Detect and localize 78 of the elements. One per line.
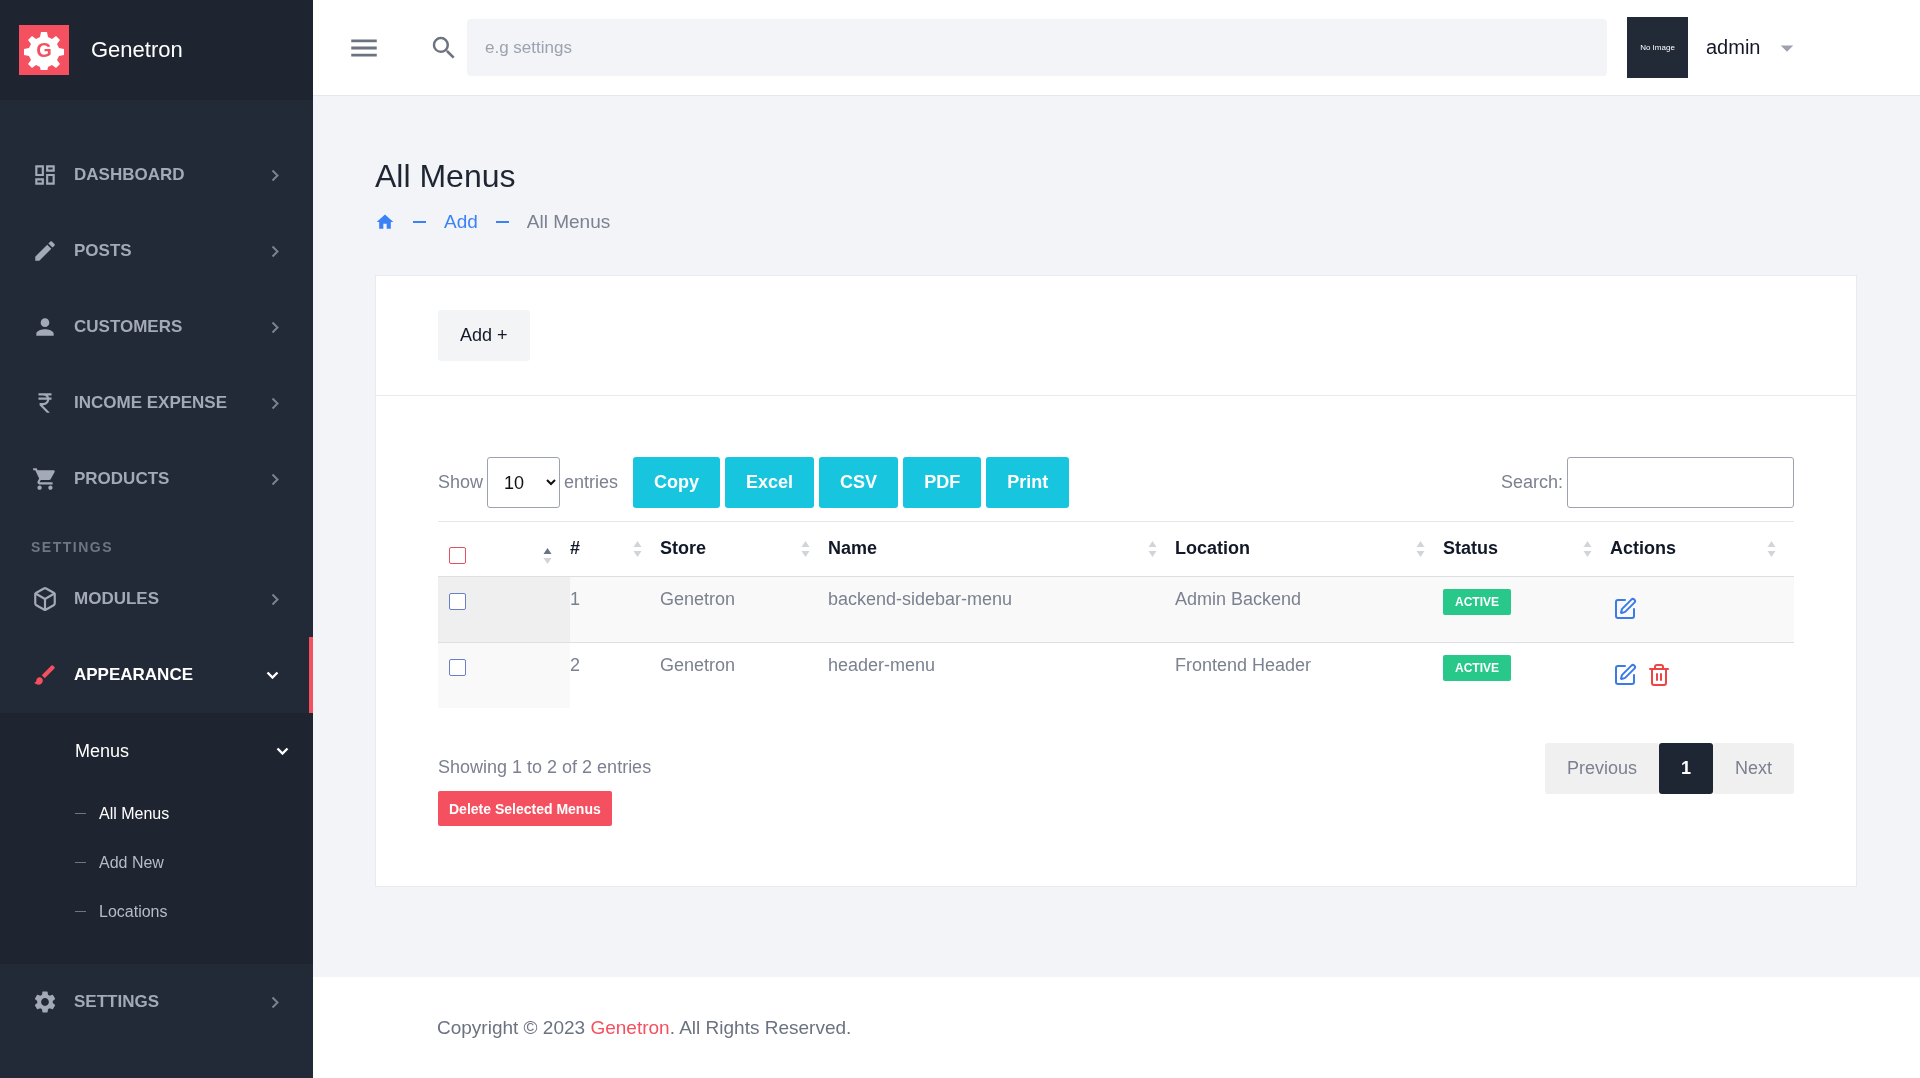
- chevron-right-icon: [271, 472, 279, 486]
- sort-icon: [633, 539, 642, 558]
- search-label: Search:: [1500, 472, 1563, 493]
- status-badge: ACTIVE: [1443, 588, 1511, 615]
- sort-icon: [1583, 539, 1592, 558]
- sort-icon: [1767, 539, 1776, 558]
- dashboard-icon: [32, 162, 58, 188]
- previous-button[interactable]: Previous: [1544, 743, 1659, 794]
- select-all-checkbox[interactable]: [449, 547, 466, 565]
- home-icon[interactable]: [375, 212, 395, 232]
- cart-icon: [32, 466, 58, 492]
- chevron-down-icon: [276, 747, 289, 755]
- page-title: All Menus: [375, 158, 517, 195]
- table-search-field[interactable]: [1567, 457, 1794, 508]
- row-checkbox[interactable]: [449, 592, 466, 610]
- sidebar-item[interactable]: MODULES: [0, 561, 313, 637]
- row-checkbox[interactable]: [449, 658, 466, 676]
- chevron-right-icon: [271, 320, 279, 334]
- sidebar-item[interactable]: POSTS: [0, 213, 313, 289]
- edit-icon[interactable]: [1613, 662, 1637, 687]
- table-cell: backend-sidebar-menu: [828, 588, 1013, 609]
- current-page-label: All Menus: [526, 211, 611, 233]
- sort-icon: [1148, 539, 1157, 558]
- submenu-link[interactable]: All Menus: [0, 789, 313, 838]
- chevron-right-icon: [271, 995, 279, 1009]
- page-button[interactable]: 1: [1658, 743, 1713, 794]
- sort-icon: [801, 539, 810, 558]
- column-header[interactable]: #: [570, 538, 580, 560]
- chevron-down-icon: [266, 671, 279, 679]
- column-header[interactable]: Name: [828, 538, 878, 560]
- table-cell: 2: [570, 654, 580, 675]
- search-field[interactable]: e.g settings: [467, 19, 1607, 76]
- submenu-item[interactable]: Menus: [0, 713, 313, 789]
- table-cell: 1: [570, 588, 580, 609]
- logo-icon: G: [19, 25, 69, 75]
- next-button[interactable]: Next: [1713, 743, 1794, 794]
- user-name[interactable]: admin: [1706, 36, 1761, 59]
- table-cell: Genetron: [660, 654, 736, 675]
- chevron-right-icon: [271, 244, 279, 258]
- submenu-link[interactable]: Add New: [0, 838, 313, 887]
- column-header[interactable]: Actions: [1610, 538, 1676, 560]
- column-header[interactable]: Status: [1443, 538, 1498, 560]
- section-label: SETTINGS: [30, 538, 114, 557]
- delete-selected-button[interactable]: Delete Selected Menus: [438, 791, 612, 826]
- entries-select[interactable]: 10: [487, 457, 561, 508]
- show-label: Show: [438, 472, 484, 493]
- pencil-icon: [32, 238, 58, 264]
- sidebar-item[interactable]: CUSTOMERS: [0, 289, 313, 365]
- chevron-right-icon: [271, 168, 279, 182]
- gear-icon: [32, 989, 58, 1015]
- table-cell: header-menu: [828, 654, 936, 675]
- box-icon: [32, 586, 58, 612]
- edit-icon[interactable]: [1613, 596, 1637, 621]
- entries-info: Showing 1 to 2 of 2 entries: [438, 757, 652, 778]
- sidebar-item[interactable]: PRODUCTS: [0, 441, 313, 517]
- sidebar-item[interactable]: SETTINGS: [0, 964, 313, 1040]
- sidebar-item[interactable]: DASHBOARD: [0, 137, 313, 213]
- brush-icon: [32, 662, 58, 688]
- sort-icon: [1416, 539, 1425, 558]
- brand-link[interactable]: Genetron: [590, 1016, 670, 1038]
- column-header[interactable]: Store: [660, 538, 706, 560]
- brand-name: Genetron: [91, 37, 183, 63]
- column-header[interactable]: Location: [1175, 538, 1250, 560]
- sort-icon: [543, 546, 552, 565]
- submenu-link[interactable]: Locations: [0, 887, 313, 936]
- trash-icon[interactable]: [1647, 662, 1671, 687]
- entries-label: entries: [564, 472, 619, 493]
- copyright-text: Copyright © 2023 Genetron. All Rights Reserved.: [437, 1016, 852, 1039]
- table-cell: Admin Backend: [1175, 588, 1302, 609]
- chevron-right-icon: [271, 592, 279, 606]
- add-button[interactable]: Add +: [438, 310, 530, 361]
- sidebar-item[interactable]: INCOME EXPENSE: [0, 365, 313, 441]
- breadcrumb-link[interactable]: Add: [444, 211, 478, 233]
- table-cell: Frontend Header: [1175, 654, 1312, 675]
- status-badge: ACTIVE: [1443, 654, 1511, 681]
- avatar[interactable]: No Image: [1627, 17, 1688, 78]
- chevron-right-icon: [271, 396, 279, 410]
- table-cell: Genetron: [660, 588, 736, 609]
